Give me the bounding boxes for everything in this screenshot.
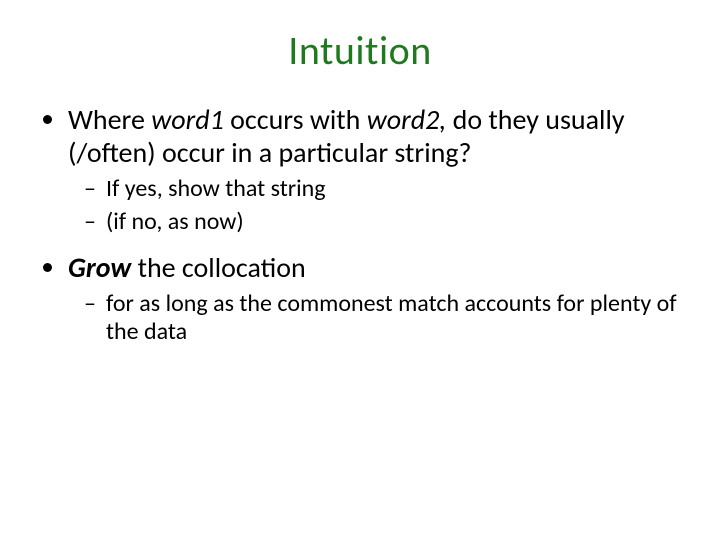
slide-title: Intuition bbox=[40, 26, 680, 75]
bullet-1: Where word1 occurs with word2, do they u… bbox=[68, 103, 680, 237]
bullet-1-pre: Where bbox=[68, 102, 151, 137]
bullet-1-mid: occurs with bbox=[224, 102, 367, 137]
bullet-2-sublist: for as long as the commonest match accou… bbox=[68, 290, 680, 348]
bullet-1-word1: word1 bbox=[151, 102, 224, 137]
slide: Intuition Where word1 occurs with word2,… bbox=[0, 0, 720, 540]
bullet-1-word2: word2, bbox=[367, 102, 447, 137]
bullet-2-sub-1: for as long as the commonest match accou… bbox=[106, 290, 680, 348]
bullet-2-grow: Grow bbox=[68, 250, 138, 285]
bullet-list: Where word1 occurs with word2, do they u… bbox=[40, 103, 680, 347]
bullet-2: Grow the collocation for as long as the … bbox=[68, 251, 680, 348]
bullet-2-rest: the collocation bbox=[138, 250, 306, 285]
bullet-1-sublist: If yes, show that string (if no, as now) bbox=[68, 175, 680, 237]
bullet-1-sub-1: If yes, show that string bbox=[106, 175, 680, 204]
bullet-1-sub-2: (if no, as now) bbox=[106, 208, 680, 237]
